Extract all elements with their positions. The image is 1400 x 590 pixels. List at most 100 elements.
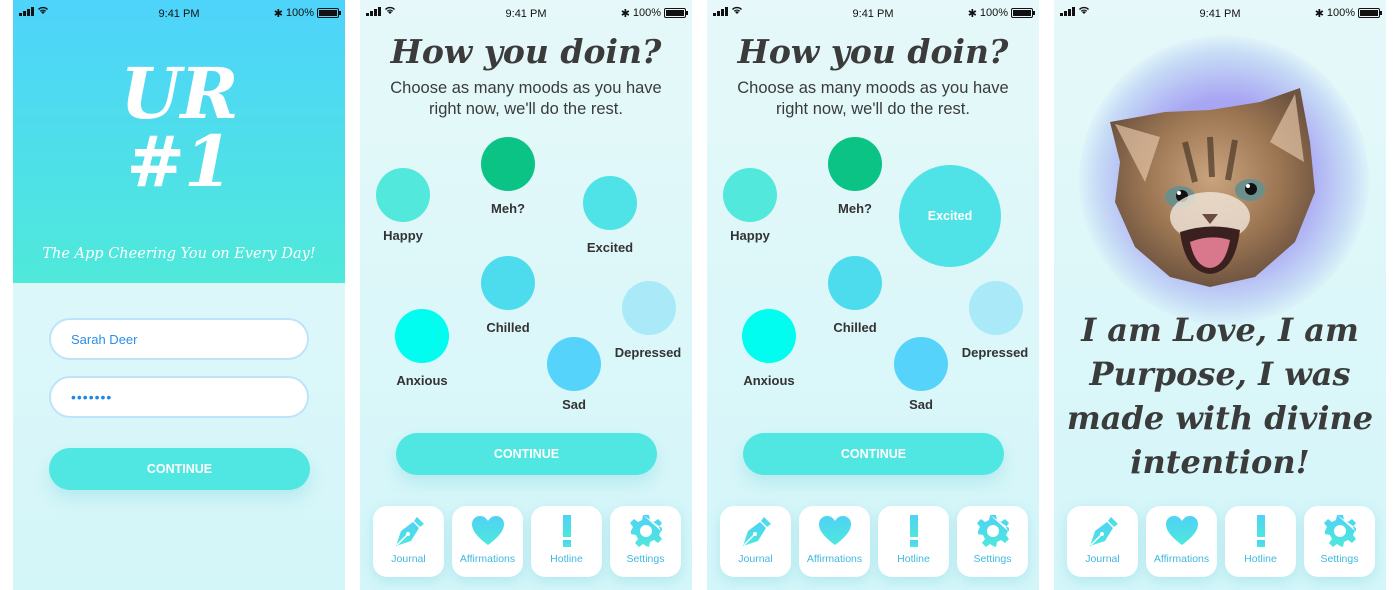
nav-label: Affirmations (459, 553, 516, 565)
affirmation-line-2: Purpose, I was (1089, 355, 1351, 393)
subtitle-line-1: Choose as many moods as you have (390, 79, 662, 97)
logo-line-2: #1 (126, 120, 232, 203)
exclamation-icon (1256, 515, 1265, 547)
mood-label: Excited (586, 240, 634, 255)
nav-label: Hotline (1244, 553, 1277, 565)
tagline: The App Cheering You on Every Day! (42, 246, 316, 262)
battery-percent: 100% (979, 7, 1008, 19)
mood-label: Sad (562, 397, 586, 412)
pen-nib-icon (742, 517, 771, 546)
nav-journal[interactable]: Journal (1067, 506, 1138, 577)
pen-nib-icon (395, 517, 424, 546)
mood-label: Meh? (838, 201, 872, 216)
mood-circle[interactable] (828, 137, 882, 191)
continue-button[interactable]: CONTINUE (49, 448, 310, 490)
battery-icon (317, 8, 341, 18)
heart-icon (818, 516, 851, 545)
pen-nib-icon (1089, 517, 1118, 546)
mood-circle[interactable] (742, 309, 796, 363)
exclamation-icon (909, 515, 918, 547)
mood-label: Depressed (614, 345, 682, 360)
nav-label: Journal (738, 553, 773, 565)
bluetooth-icon: ✱ (1314, 8, 1324, 20)
nav-affirmations[interactable]: Affirmations (452, 506, 523, 577)
mood-circle[interactable] (481, 137, 535, 191)
heart-icon (1165, 516, 1198, 545)
nav-settings[interactable]: Settings (957, 506, 1028, 577)
logo-line-1: UR (120, 52, 238, 135)
battery-icon (664, 8, 688, 18)
battery-icon (1358, 8, 1382, 18)
affirmation-screen: 9:41 PM ✱ 100% I am Love, I am Purpose, … (1054, 0, 1386, 590)
mood-circle[interactable] (969, 281, 1023, 335)
nav-label: Settings (1320, 553, 1359, 565)
gear-icon (976, 515, 1009, 547)
bluetooth-icon: ✱ (967, 8, 977, 20)
affirmation-text: I am Love, I am Purpose, I was made with… (1054, 308, 1386, 484)
mood-screen-selected: 9:41 PM ✱ 100% How you doin? Choose as m… (707, 0, 1039, 590)
status-bar: 9:41 PM ✱ 100% (360, 0, 692, 26)
nav-settings[interactable]: Settings (1304, 506, 1375, 577)
mood-screen: 9:41 PM ✱ 100% How you doin? Choose as m… (360, 0, 692, 590)
gear-icon (629, 515, 662, 547)
affirmation-line-3: made with divine (1066, 399, 1374, 437)
mood-label: Anxious (743, 373, 795, 388)
mood-circle[interactable] (395, 309, 449, 363)
nav-hotline[interactable]: Hotline (1225, 506, 1296, 577)
mood-circle[interactable] (828, 256, 882, 310)
nav-label: Settings (626, 553, 665, 565)
battery-percent: 100% (285, 7, 314, 19)
mood-label: Happy (730, 228, 770, 243)
mood-label: Anxious (396, 373, 448, 388)
status-bar: 9:41 PM ✱ 100% (13, 0, 345, 26)
continue-button[interactable]: CONTINUE (743, 433, 1004, 475)
nav-journal[interactable]: Journal (373, 506, 444, 577)
mood-circle[interactable] (583, 176, 637, 230)
password-input[interactable]: ••••••• (49, 376, 309, 418)
nav-settings[interactable]: Settings (610, 506, 681, 577)
mood-label: Chilled (486, 320, 530, 335)
kitten-image (1110, 88, 1315, 287)
heart-icon (471, 516, 504, 545)
nav-affirmations[interactable]: Affirmations (1146, 506, 1217, 577)
mood-circle[interactable] (376, 168, 430, 222)
nav-label: Affirmations (1153, 553, 1210, 565)
mood-label: Sad (909, 397, 933, 412)
battery-icon (1011, 8, 1035, 18)
nav-label: Journal (1085, 553, 1120, 565)
mood-label: Depressed (961, 345, 1029, 360)
nav-label: Settings (973, 553, 1012, 565)
nav-hotline[interactable]: Hotline (878, 506, 949, 577)
exclamation-icon (562, 515, 571, 547)
mood-circle[interactable]: Excited (899, 165, 1001, 267)
mood-circle[interactable] (723, 168, 777, 222)
nav-hotline[interactable]: Hotline (531, 506, 602, 577)
subtitle-line-2: right now, we'll do the rest. (776, 100, 970, 118)
page-subtitle: Choose as many moods as you have right n… (360, 78, 692, 120)
page-title: How you doin? (737, 32, 1009, 71)
mood-circle[interactable] (481, 256, 535, 310)
nav-label: Affirmations (806, 553, 863, 565)
bluetooth-icon: ✱ (273, 8, 283, 20)
mood-circle[interactable] (894, 337, 948, 391)
nav-affirmations[interactable]: Affirmations (799, 506, 870, 577)
affirmation-line-1: I am Love, I am (1081, 311, 1359, 349)
subtitle-line-1: Choose as many moods as you have (737, 79, 1009, 97)
app-logo: UR #1 (13, 52, 345, 203)
status-bar: 9:41 PM ✱ 100% (1054, 0, 1386, 26)
nav-label: Hotline (897, 553, 930, 565)
username-input[interactable]: Sarah Deer (49, 318, 309, 360)
mood-label: Happy (383, 228, 423, 243)
mood-label: Chilled (833, 320, 877, 335)
nav-label: Journal (391, 553, 426, 565)
mood-circle[interactable] (547, 337, 601, 391)
page-subtitle: Choose as many moods as you have right n… (707, 78, 1039, 120)
battery-percent: 100% (1326, 7, 1355, 19)
mood-label: Meh? (491, 201, 525, 216)
gear-icon (1323, 515, 1356, 547)
login-screen: 9:41 PM ✱ 100% UR #1 The App Cheering Yo… (13, 0, 345, 590)
nav-journal[interactable]: Journal (720, 506, 791, 577)
bluetooth-icon: ✱ (620, 8, 630, 20)
mood-circle[interactable] (622, 281, 676, 335)
continue-button[interactable]: CONTINUE (396, 433, 657, 475)
